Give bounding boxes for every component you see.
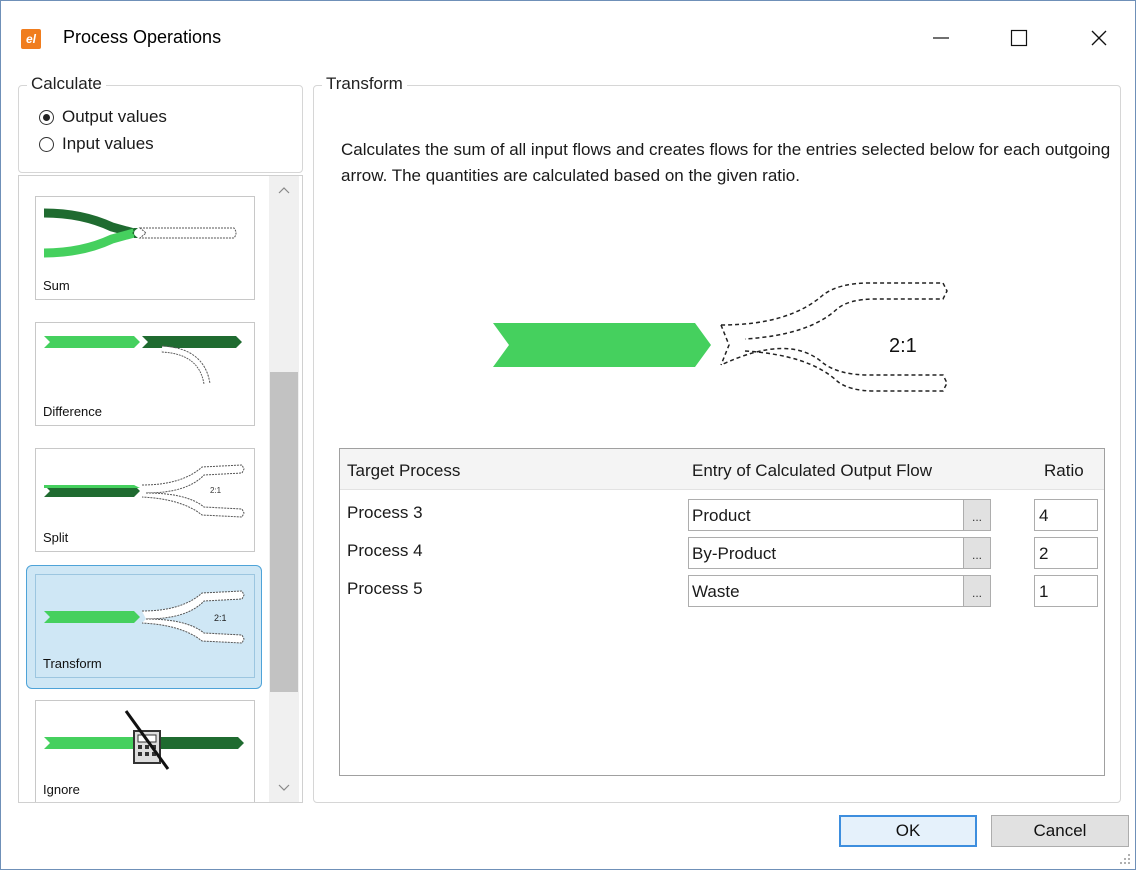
header-ratio: Ratio <box>1044 461 1084 480</box>
minimize-button[interactable] <box>911 13 971 63</box>
browse-button[interactable]: ... <box>963 500 990 530</box>
entry-field[interactable]: Waste ... <box>688 575 991 607</box>
radio-input-values-label: Input values <box>62 134 154 153</box>
operation-list-scrollbar[interactable] <box>269 176 299 802</box>
row-target-process: Process 5 <box>347 579 423 598</box>
radio-button-checked[interactable] <box>39 109 54 125</box>
browse-button[interactable]: ... <box>963 576 990 606</box>
entry-value: Product <box>692 506 751 525</box>
operation-tile-sum[interactable]: Sum <box>35 196 255 300</box>
maximize-button[interactable] <box>989 13 1049 63</box>
close-button[interactable] <box>1069 13 1129 63</box>
scroll-up-icon[interactable] <box>277 184 291 198</box>
transform-legend: Transform <box>322 74 407 94</box>
operation-label-difference: Difference <box>43 404 103 419</box>
title-bar: el Process Operations <box>1 1 1135 75</box>
browse-button[interactable]: ... <box>963 538 990 568</box>
ratio-value: 2 <box>1039 544 1049 563</box>
operation-label-ignore: Ignore <box>43 782 80 797</box>
radio-input-values[interactable]: Input values <box>39 134 154 154</box>
operation-label-transform: Transform <box>43 656 102 671</box>
ratio-value: 4 <box>1039 506 1049 525</box>
operation-tile-difference[interactable]: Difference <box>35 322 255 426</box>
entry-value: By-Product <box>692 544 777 563</box>
operation-tile-split[interactable]: 2:1 Split <box>35 448 255 552</box>
operation-tile-ignore[interactable]: Ignore <box>35 700 255 802</box>
row-target-process: Process 3 <box>347 503 423 522</box>
header-target-process: Target Process <box>347 461 461 480</box>
operation-tile-transform-inner: 2:1 Transform <box>35 574 255 678</box>
header-entry: Entry of Calculated Output Flow <box>692 461 933 480</box>
ignore-diagram-icon <box>44 710 244 770</box>
cancel-button[interactable]: Cancel <box>991 815 1129 847</box>
scrollbar-thumb[interactable] <box>270 372 298 692</box>
radio-output-values[interactable]: Output values <box>39 107 167 127</box>
ratio-field[interactable]: 1 <box>1034 575 1098 607</box>
close-icon <box>1091 30 1107 46</box>
scroll-down-icon[interactable] <box>277 780 291 794</box>
transform-description: Calculates the sum of all input flows an… <box>341 140 1111 185</box>
entry-field[interactable]: Product ... <box>688 499 991 531</box>
sum-diagram-icon <box>43 208 237 258</box>
row-target-process: Process 4 <box>347 541 423 560</box>
table-header: Target Process Entry of Calculated Outpu… <box>340 449 1104 490</box>
window-title: Process Operations <box>63 27 222 47</box>
process-operations-window: el Process Operations Calculate Output v… <box>0 0 1136 870</box>
radio-output-values-label: Output values <box>62 107 167 126</box>
transform-diagram: 2:1 <box>493 282 948 392</box>
operation-label-split: Split <box>43 530 69 545</box>
maximize-icon <box>1010 29 1028 47</box>
calculate-group <box>18 85 303 173</box>
transform-diagram-icon: 2:1 <box>44 590 245 644</box>
diagram-ratio-label: 2:1 <box>889 335 917 357</box>
ratio-field[interactable]: 4 <box>1034 499 1098 531</box>
operation-label-sum: Sum <box>43 278 70 293</box>
ratio-field[interactable]: 2 <box>1034 537 1098 569</box>
ok-button[interactable]: OK <box>839 815 977 847</box>
operation-tile-transform[interactable]: 2:1 Transform <box>26 565 262 689</box>
calculate-legend: Calculate <box>27 74 106 94</box>
target-process-table: Target Process Entry of Calculated Outpu… <box>339 448 1105 776</box>
app-logo-icon: el <box>21 29 41 49</box>
resize-grip-icon[interactable] <box>1117 851 1131 865</box>
split-ratio-text: 2:1 <box>210 486 222 495</box>
minimize-icon <box>933 37 949 39</box>
entry-value: Waste <box>692 582 740 601</box>
transform-ratio-text: 2:1 <box>214 613 227 623</box>
operation-list: Sum Difference 2:1 Split 2:1 Transform I… <box>18 175 303 803</box>
entry-field[interactable]: By-Product ... <box>688 537 991 569</box>
split-diagram-icon: 2:1 <box>44 464 245 518</box>
ratio-value: 1 <box>1039 582 1049 601</box>
difference-diagram-icon <box>44 336 242 385</box>
radio-button-unchecked[interactable] <box>39 136 54 152</box>
